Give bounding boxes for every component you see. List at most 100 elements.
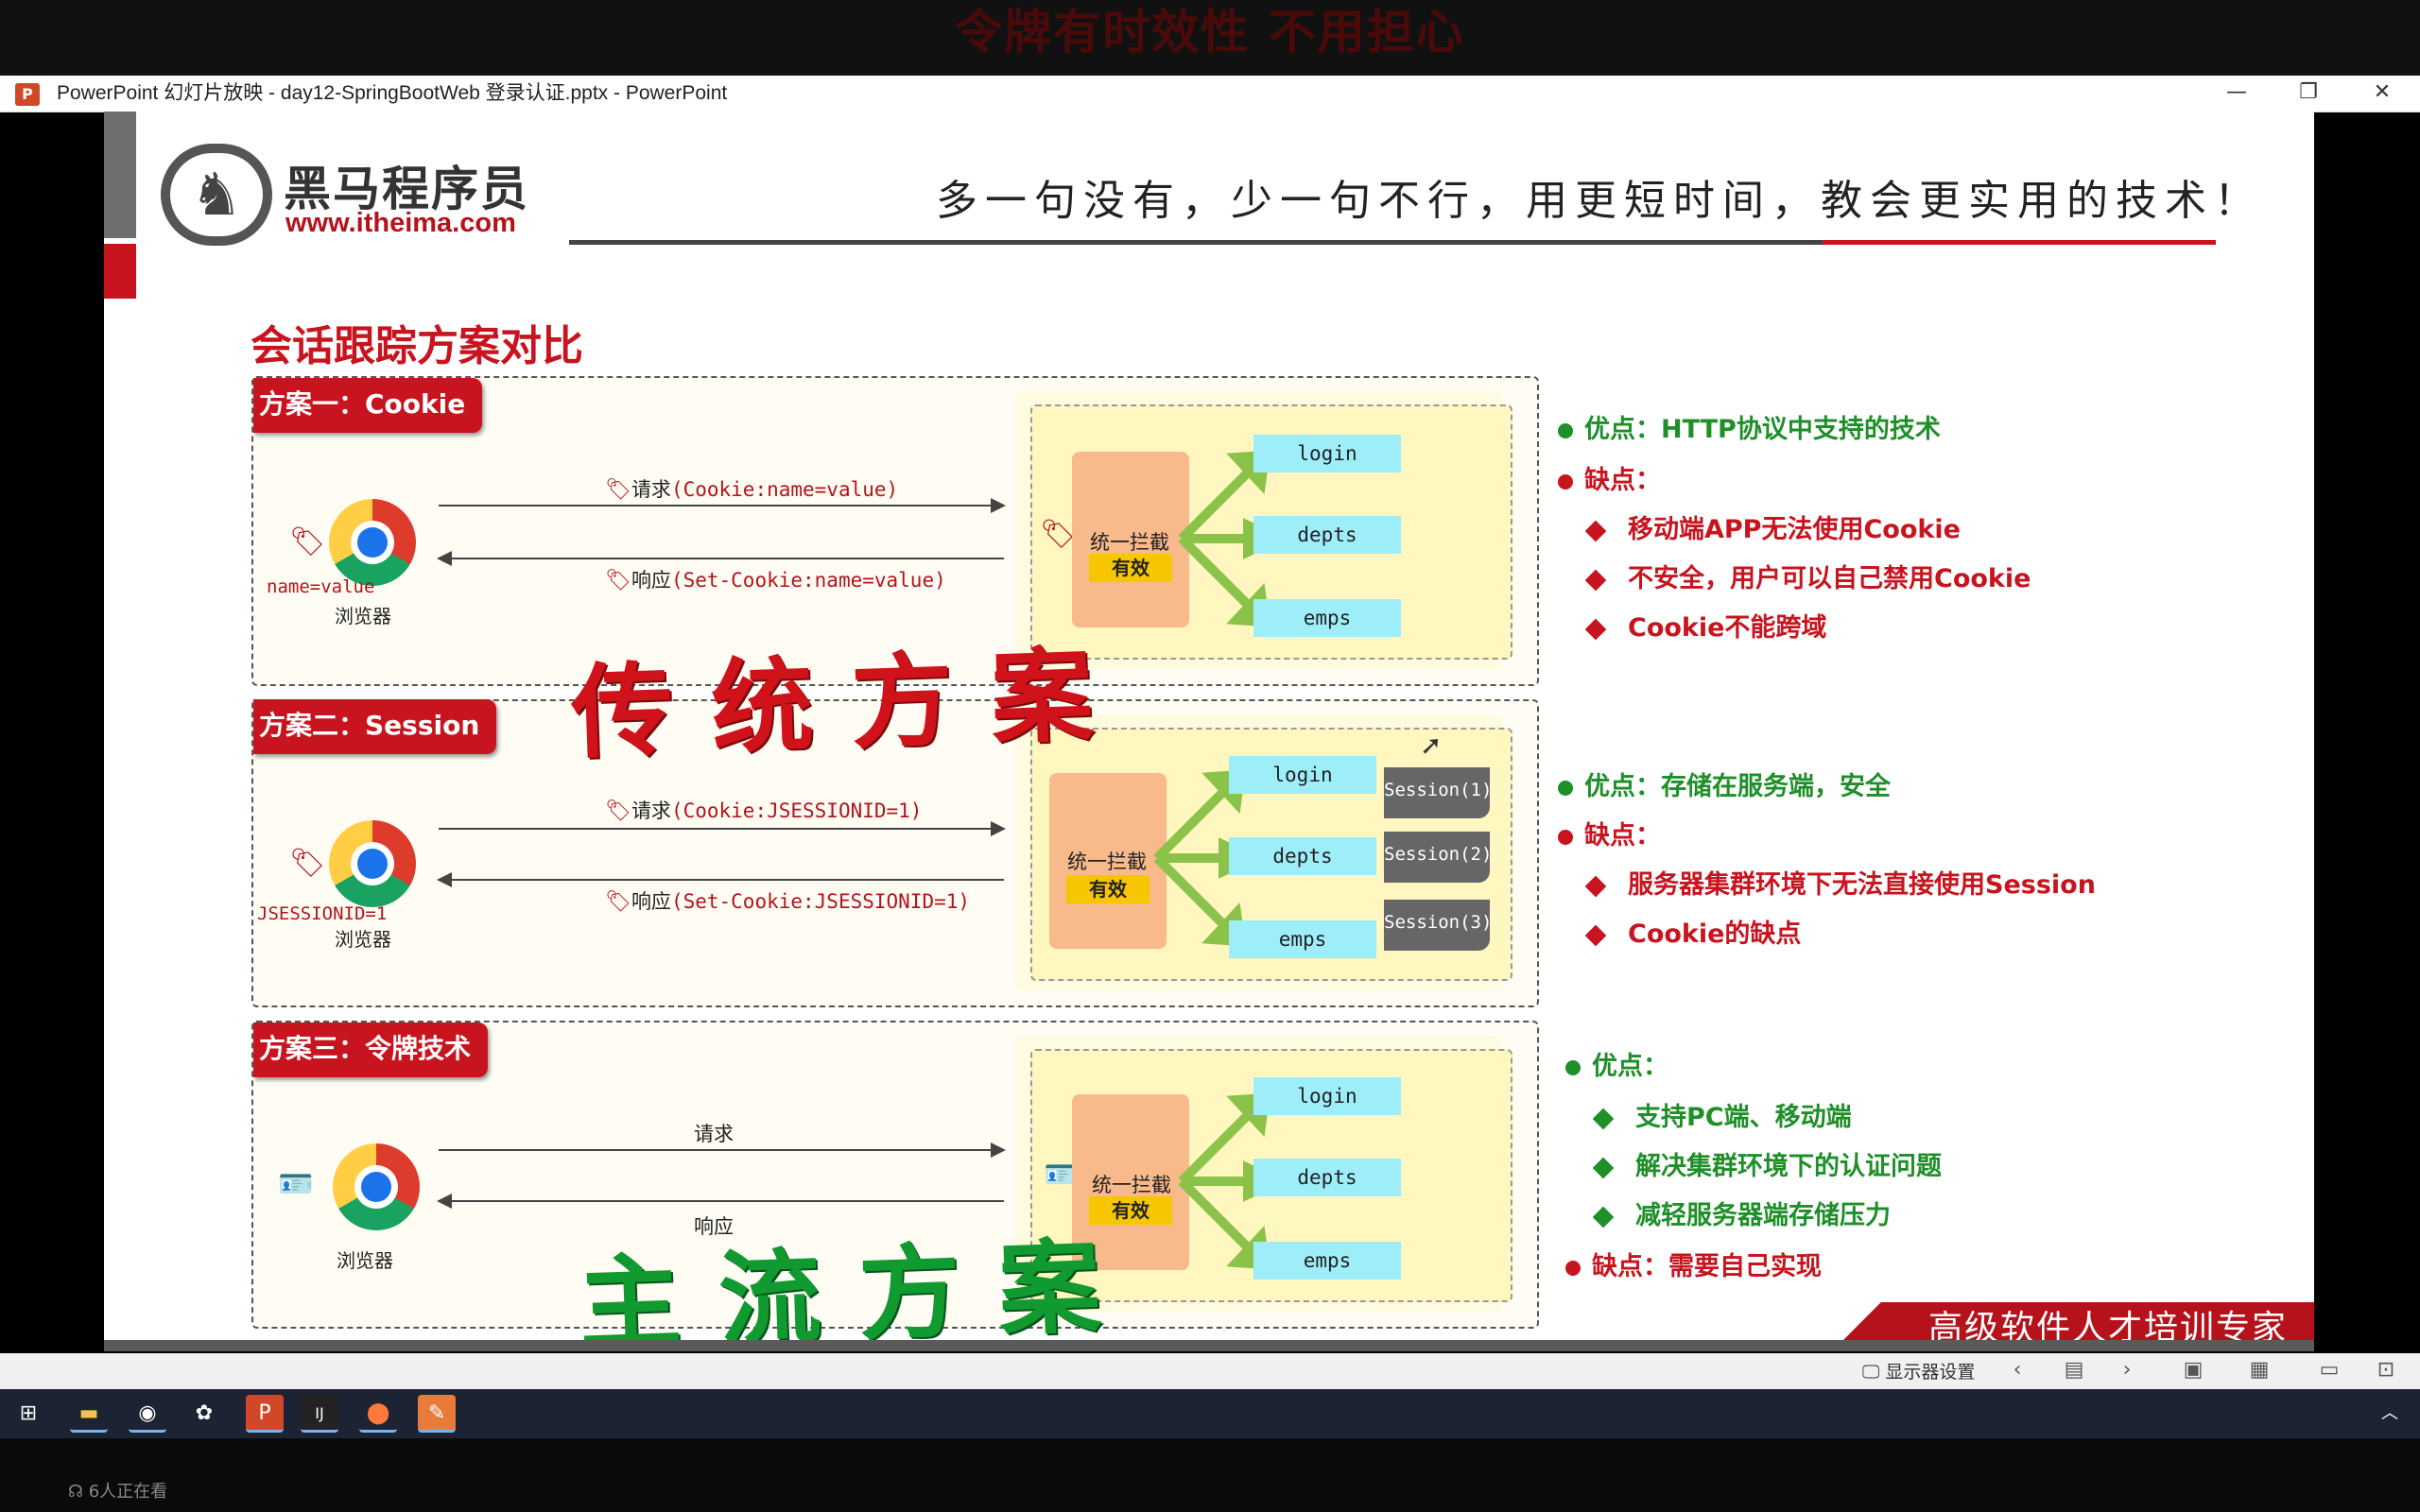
chrome-browser-icon <box>329 499 416 586</box>
response-arrow-head <box>437 551 452 566</box>
slideshow-control-bar <box>0 1353 2420 1389</box>
intellij-taskbar-icon[interactable]: IJ <box>301 1395 338 1433</box>
plan-session-con-1: 服务器集群环境下无法直接使用Session <box>1584 864 2096 901</box>
pro-text: 优点：存储在服务端，安全 <box>1584 772 1891 801</box>
session-store-1: Session(1) <box>1384 767 1492 818</box>
diamond-bullet-icon <box>1592 1157 1615 1178</box>
diamond-bullet-icon <box>1584 618 1607 640</box>
route-depts: depts <box>1253 516 1401 554</box>
app-taskbar-icon[interactable]: ✎ <box>418 1395 456 1433</box>
tag-icon: 🏷 <box>605 569 631 593</box>
request-arrow-head <box>991 821 1006 836</box>
tag-icon: 🏷 <box>605 890 631 914</box>
response-label: 🏷响应(Set-Cookie:JSESSIONID=1) <box>605 886 970 915</box>
slide-title: 会话跟踪方案对比 <box>251 322 583 370</box>
prev-slide-button[interactable]: ‹ <box>2004 1357 2031 1383</box>
plan-token-label: 方案三：令牌技术 <box>253 1022 489 1077</box>
slide-red-tab <box>104 244 136 299</box>
diamond-bullet-icon <box>1584 875 1607 897</box>
route-login: login <box>1229 756 1376 794</box>
pros-title: 优点： <box>1592 1052 1668 1081</box>
slide-bottom-strip <box>104 1340 2314 1351</box>
bullet-dot-icon <box>1558 422 1573 438</box>
request-arrow <box>439 505 993 507</box>
request-prefix: 请求 <box>631 799 671 822</box>
session-id-value: JSESSIONID=1 <box>257 903 388 924</box>
show-hidden-icons-chevron-icon[interactable]: ︿ <box>2371 1395 2409 1433</box>
slogan: 多一句没有，少一句不行，用更短时间，教会更实用的技术！ <box>936 177 2263 225</box>
browser-label: 浏览器 <box>335 605 391 627</box>
slideshow-view-icon[interactable]: ⊡ <box>2373 1357 2399 1383</box>
plan-cookie-pro: 优点：HTTP协议中支持的技术 <box>1558 408 1941 445</box>
route-emps: emps <box>1253 1242 1401 1280</box>
restore-button[interactable]: ❐ <box>2280 77 2337 108</box>
chrome-taskbar-icon[interactable]: ◉ <box>129 1395 166 1433</box>
tag-icon: 🏷 <box>289 525 326 558</box>
plan-cookie-label: 方案一：Cookie <box>253 378 483 433</box>
close-button[interactable]: ✕ <box>2354 77 2411 108</box>
valid-badge: 有效 <box>1089 554 1172 582</box>
plan-token-pro-3: 减轻服务器端存储压力 <box>1592 1194 1891 1231</box>
bottom-area <box>0 1438 2420 1512</box>
browser-label: 浏览器 <box>337 1249 393 1272</box>
settings-app-icon[interactable]: ✿ <box>185 1395 223 1433</box>
normal-view-icon[interactable]: ▣ <box>2180 1357 2206 1383</box>
con-text: 不安全，用户可以自己禁用Cookie <box>1628 564 2031 593</box>
bullet-dot-icon <box>1558 829 1573 845</box>
viewer-count-text: 6人正在看 <box>88 1482 168 1502</box>
chrome-browser-icon <box>333 1143 420 1230</box>
logo-url: www.itheima.com <box>285 208 516 238</box>
id-card-icon: 🪪 <box>278 1168 314 1201</box>
bullet-dot-icon <box>1558 473 1573 490</box>
cons-title: 缺点： <box>1584 466 1661 495</box>
next-slide-button[interactable]: › <box>2114 1357 2140 1383</box>
window-title: PowerPoint 幻灯片放映 - day12-SpringBootWeb 登… <box>57 82 728 104</box>
route-login: login <box>1253 1077 1401 1115</box>
mouse-cursor-icon: ➚ <box>1420 730 1443 761</box>
response-arrow <box>452 1200 1004 1202</box>
monitor-icon: 🖵 <box>1862 1362 1886 1383</box>
pro-text: 支持PC端、移动端 <box>1635 1103 1852 1132</box>
windows-start-icon[interactable]: ⊞ <box>9 1395 47 1433</box>
tag-icon: 🏷 <box>605 799 631 823</box>
postman-taskbar-icon[interactable]: ⬤ <box>359 1395 397 1433</box>
response-arrow-head <box>437 872 452 887</box>
display-settings-button[interactable]: 🖵 显示器设置 <box>1862 1358 1975 1383</box>
request-label: 🏷请求(Cookie:JSESSIONID=1) <box>605 796 922 824</box>
plan-session-pro: 优点：存储在服务端，安全 <box>1558 765 1891 802</box>
response-arrow <box>452 558 1004 559</box>
diamond-bullet-icon <box>1584 569 1607 591</box>
diamond-bullet-icon <box>1592 1206 1615 1228</box>
viewer-icon: ☊ <box>68 1482 89 1502</box>
powerpoint-taskbar-icon[interactable]: P <box>246 1395 284 1433</box>
con-text: Cookie不能跨域 <box>1628 613 1827 643</box>
plan-session-cons-title: 缺点： <box>1558 815 1661 851</box>
slide-gray-tab <box>104 112 136 238</box>
presenter-view-icon[interactable]: ▭ <box>2316 1357 2342 1383</box>
route-login: login <box>1253 435 1401 472</box>
pro-text: 优点：HTTP协议中支持的技术 <box>1584 415 1941 444</box>
request-arrow <box>439 1149 993 1151</box>
plan-cookie-con-1: 移动端APP无法使用Cookie <box>1584 508 1961 545</box>
route-depts: depts <box>1253 1159 1401 1196</box>
response-arrow-head <box>437 1194 452 1209</box>
response-detail: (Set-Cookie:JSESSIONID=1) <box>670 890 971 913</box>
request-label: 🏷请求(Cookie:name=value) <box>605 474 898 503</box>
plan-token-pros-title: 优点： <box>1565 1045 1668 1082</box>
diamond-bullet-icon <box>1584 520 1607 541</box>
grid-view-icon[interactable]: ▦ <box>2246 1357 2273 1383</box>
notes-icon[interactable]: ▤ <box>2061 1357 2087 1383</box>
route-depts: depts <box>1229 837 1376 875</box>
request-arrow <box>439 828 993 830</box>
con-text: Cookie的缺点 <box>1628 919 1802 949</box>
file-explorer-icon[interactable]: ▬ <box>70 1395 108 1433</box>
minimize-button[interactable]: — <box>2208 77 2265 108</box>
diamond-bullet-icon <box>1584 924 1607 946</box>
browser-label: 浏览器 <box>335 928 391 951</box>
plan-cookie-con-2: 不安全，用户可以自己禁用Cookie <box>1584 558 2031 594</box>
request-arrow-head <box>991 498 1006 513</box>
cons-title: 缺点：需要自己实现 <box>1592 1252 1822 1281</box>
session-store-2: Session(2) <box>1384 832 1492 883</box>
bullet-dot-icon <box>1565 1059 1581 1075</box>
valid-badge: 有效 <box>1066 875 1150 903</box>
